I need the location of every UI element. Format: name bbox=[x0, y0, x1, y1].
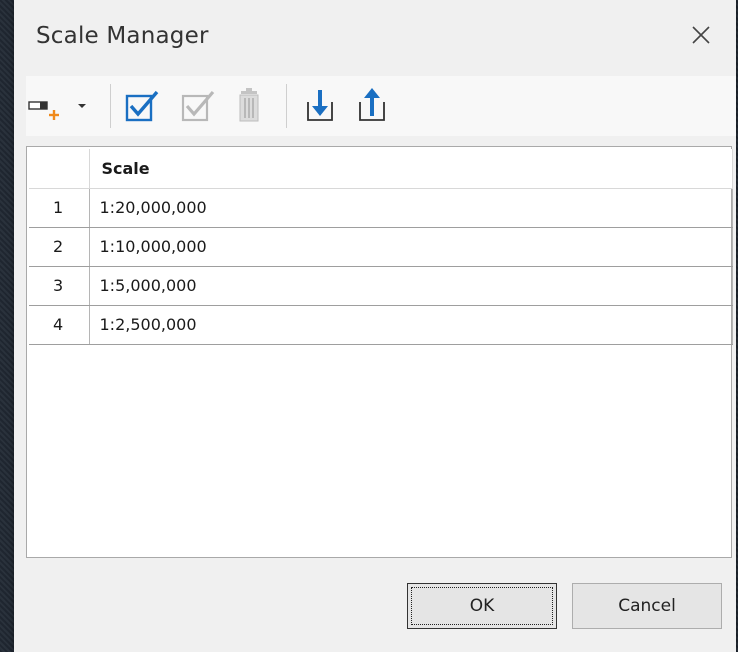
export-icon bbox=[359, 88, 385, 121]
cancel-button[interactable]: Cancel bbox=[572, 583, 722, 629]
toolbar-separator bbox=[286, 84, 287, 128]
row-index: 1 bbox=[29, 187, 90, 228]
select-none-button[interactable] bbox=[174, 86, 220, 126]
table-row[interactable]: 1 1:20,000,000 bbox=[29, 187, 733, 228]
scale-grid: Scale 1 1:20,000,000 2 1:10,000,000 3 1:… bbox=[29, 149, 733, 345]
table-row[interactable]: 4 1:2,500,000 bbox=[29, 304, 733, 345]
export-button[interactable] bbox=[350, 86, 394, 126]
add-scale-icon bbox=[28, 101, 59, 120]
scale-cell[interactable]: 1:5,000,000 bbox=[88, 265, 733, 306]
import-icon bbox=[307, 90, 333, 121]
title-bar: Scale Manager bbox=[14, 0, 736, 74]
row-index: 4 bbox=[29, 304, 90, 345]
scale-column-header[interactable]: Scale bbox=[89, 149, 733, 189]
toolbar bbox=[26, 76, 736, 136]
close-button[interactable] bbox=[684, 18, 718, 52]
table-row[interactable]: 2 1:10,000,000 bbox=[29, 226, 733, 267]
scale-manager-dialog: Scale Manager Scale 1 1:20,000,000 2 1:1… bbox=[14, 0, 736, 652]
import-button[interactable] bbox=[298, 86, 342, 126]
table-header-row: Scale bbox=[29, 149, 733, 189]
select-none-icon bbox=[181, 90, 215, 122]
row-index: 2 bbox=[29, 226, 90, 267]
select-all-button[interactable] bbox=[118, 86, 164, 126]
scale-cell[interactable]: 1:20,000,000 bbox=[88, 187, 733, 228]
add-scale-dropdown-button[interactable] bbox=[72, 86, 92, 126]
dialog-title: Scale Manager bbox=[36, 23, 209, 49]
delete-icon bbox=[239, 88, 259, 122]
select-all-icon bbox=[125, 90, 159, 122]
row-index: 3 bbox=[29, 265, 90, 306]
add-scale-button[interactable] bbox=[26, 86, 72, 126]
table-row[interactable]: 3 1:5,000,000 bbox=[29, 265, 733, 306]
toolbar-separator bbox=[110, 84, 111, 128]
close-icon bbox=[692, 26, 710, 44]
scale-cell[interactable]: 1:10,000,000 bbox=[88, 226, 733, 267]
index-column-header bbox=[29, 149, 90, 189]
chevron-down-icon bbox=[78, 104, 86, 108]
ok-button[interactable]: OK bbox=[407, 583, 557, 629]
delete-button[interactable] bbox=[230, 86, 270, 126]
scale-cell[interactable]: 1:2,500,000 bbox=[88, 304, 733, 345]
scale-table[interactable]: Scale 1 1:20,000,000 2 1:10,000,000 3 1:… bbox=[26, 146, 733, 558]
